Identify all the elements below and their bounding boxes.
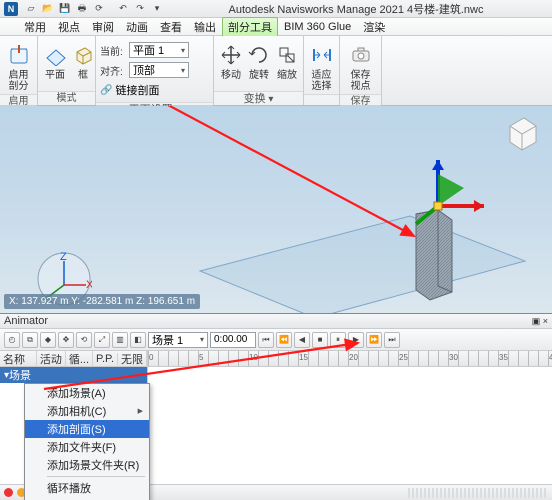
align-label: 对齐: xyxy=(100,63,126,78)
current-plane-field[interactable]: 当前: 平面 1▾ xyxy=(100,40,189,60)
animator-keyframe-icon[interactable]: ⧉ xyxy=(22,332,38,348)
step-forward-icon[interactable]: ⏩ xyxy=(366,332,382,348)
tab-review[interactable]: 审阅 xyxy=(86,17,120,37)
scale-icon xyxy=(274,42,300,68)
panel-close-icon[interactable]: ▣ × xyxy=(532,316,548,327)
status-dot-red[interactable] xyxy=(4,488,13,497)
rewind-icon[interactable]: ⏮ xyxy=(258,332,274,348)
coordinate-readout: X: 137.927 m Y: -282.581 m Z: 196.651 m xyxy=(4,294,200,309)
scale-button[interactable]: 缩放 xyxy=(274,40,300,81)
current-plane-label: 当前: xyxy=(100,43,126,58)
svg-text:Z: Z xyxy=(60,251,67,263)
qat-refresh-icon[interactable]: ⟳ xyxy=(92,2,106,16)
titlebar: N ▱ 📂 💾 🖶 ⟳ ↶ ↷ ▾ Autodesk Navisworks Ma… xyxy=(0,0,552,18)
panel-label-mode: 模式 xyxy=(38,91,95,105)
tab-home[interactable]: 常用 xyxy=(18,17,52,37)
animator-rotate-icon[interactable]: ⟲ xyxy=(76,332,92,348)
animator-color-icon[interactable]: ▥ xyxy=(112,332,128,348)
scene-dropdown[interactable]: 场景 1▾ xyxy=(148,332,208,348)
move-gizmo[interactable] xyxy=(398,154,488,244)
animator-key-icon[interactable]: ◆ xyxy=(40,332,56,348)
animator-toolbar: ◴ ⧉ ◆ ✥ ⟲ ⤢ ▥ ◧ 场景 1▾ 0:00.00 ⏮ ⏪ ◀ ■ ⏸ … xyxy=(0,329,552,351)
box-icon xyxy=(70,42,96,68)
qat-undo-icon[interactable]: ↶ xyxy=(116,2,130,16)
step-back-icon[interactable]: ⏪ xyxy=(276,332,292,348)
context-menu-item[interactable]: 添加场景(A) xyxy=(25,384,149,402)
mode-plane-button[interactable]: 平面 xyxy=(42,40,68,81)
animator-transparency-icon[interactable]: ◧ xyxy=(130,332,146,348)
viewcube[interactable] xyxy=(502,112,542,152)
animator-scale-icon[interactable]: ⤢ xyxy=(94,332,110,348)
mode-box-button[interactable]: 框 xyxy=(70,40,96,81)
qat-open-icon[interactable]: 📂 xyxy=(41,2,55,16)
chevron-down-icon: ▾ xyxy=(181,66,185,75)
timeline-panel[interactable]: 0510152025303540 xyxy=(148,351,552,500)
animator-translate-icon[interactable]: ✥ xyxy=(58,332,74,348)
svg-text:X: X xyxy=(86,279,92,291)
status-grip xyxy=(408,488,548,498)
chevron-down-icon: ▾ xyxy=(181,46,185,55)
play-icon[interactable]: ▶ xyxy=(348,332,364,348)
tab-viewpoint[interactable]: 视点 xyxy=(52,17,86,37)
link-icon: 🔗 xyxy=(100,85,112,96)
fit-selection-button[interactable]: 适应 选择 xyxy=(308,40,335,92)
tab-render[interactable]: 渲染 xyxy=(357,17,391,37)
context-menu-item[interactable]: 添加剖面(S) xyxy=(25,420,149,438)
timeline-ruler[interactable]: 0510152025303540 xyxy=(148,351,552,367)
app-icon: N xyxy=(4,2,18,16)
window-title: Autodesk Navisworks Manage 2021 4号楼-建筑.n… xyxy=(164,1,548,17)
tab-view[interactable]: 查看 xyxy=(154,17,188,37)
animator-title: Animator xyxy=(4,315,48,327)
ribbon-tabs: 常用 视点 审阅 动画 查看 输出 剖分工具 BIM 360 Glue 渲染 xyxy=(0,18,552,36)
time-input[interactable]: 0:00.00 xyxy=(210,332,256,348)
qat-dropdown-icon[interactable]: ▾ xyxy=(150,2,164,16)
plane-icon xyxy=(42,42,68,68)
tab-animation[interactable]: 动画 xyxy=(120,17,154,37)
animator-header: Animator ▣ × xyxy=(0,314,552,329)
rotate-button[interactable]: 旋转 xyxy=(246,40,272,81)
link-section-button[interactable]: 🔗 链接剖面 xyxy=(100,80,159,100)
enable-section-button[interactable]: 启用 剖分 xyxy=(4,40,33,92)
qat-redo-icon[interactable]: ↷ xyxy=(133,2,147,16)
3d-viewport[interactable]: Z X Y X: 137.927 m Y: -282.581 m Z: 196.… xyxy=(0,106,552,314)
context-menu-item[interactable]: 添加场景文件夹(R) xyxy=(25,456,149,474)
animator-columns: 名称 活动 循... P.P. 无限 xyxy=(0,351,147,367)
enable-section-icon xyxy=(6,42,32,68)
stop-icon[interactable]: ■ xyxy=(312,332,328,348)
panel-label-transform: 变换 ▾ xyxy=(214,91,303,105)
context-menu-item[interactable]: 循环播放 xyxy=(25,479,149,497)
tab-output[interactable]: 输出 xyxy=(188,17,222,37)
move-button[interactable]: 移动 xyxy=(218,40,244,81)
save-viewpoint-button[interactable]: 保存 视点 xyxy=(344,40,377,92)
align-field[interactable]: 对齐: 顶部▾ xyxy=(100,60,189,80)
camera-icon xyxy=(348,42,374,68)
scene-tree-row[interactable]: ▾ 场景 xyxy=(0,367,147,383)
move-icon xyxy=(218,42,244,68)
qat-save-icon[interactable]: 💾 xyxy=(58,2,72,16)
reverse-play-icon[interactable]: ◀ xyxy=(294,332,310,348)
qat-print-icon[interactable]: 🖶 xyxy=(75,2,89,16)
context-menu-item[interactable]: 添加文件夹(F) xyxy=(25,438,149,456)
tab-section-tools[interactable]: 剖分工具 xyxy=(222,17,278,36)
tab-bim360[interactable]: BIM 360 Glue xyxy=(278,19,357,35)
animator-capture-icon[interactable]: ◴ xyxy=(4,332,20,348)
context-menu: 添加场景(A)添加相机(C)添加剖面(S)添加文件夹(F)添加场景文件夹(R) 循… xyxy=(24,383,150,500)
forward-end-icon[interactable]: ⏭ xyxy=(384,332,400,348)
fit-selection-icon xyxy=(309,42,335,68)
pause-icon[interactable]: ⏸ xyxy=(330,332,346,348)
quick-access-toolbar: ▱ 📂 💾 🖶 ⟳ ↶ ↷ ▾ xyxy=(24,2,164,16)
ribbon: 启用 剖分 启用 平面 框 模式 当前: 平面 1▾ 对齐: 顶 xyxy=(0,36,552,106)
qat-new-icon[interactable]: ▱ xyxy=(24,2,38,16)
rotate-icon xyxy=(246,42,272,68)
context-menu-item[interactable]: 添加相机(C) xyxy=(25,402,149,420)
animator-body: 名称 活动 循... P.P. 无限 ▾ 场景 0510152025303540… xyxy=(0,351,552,500)
